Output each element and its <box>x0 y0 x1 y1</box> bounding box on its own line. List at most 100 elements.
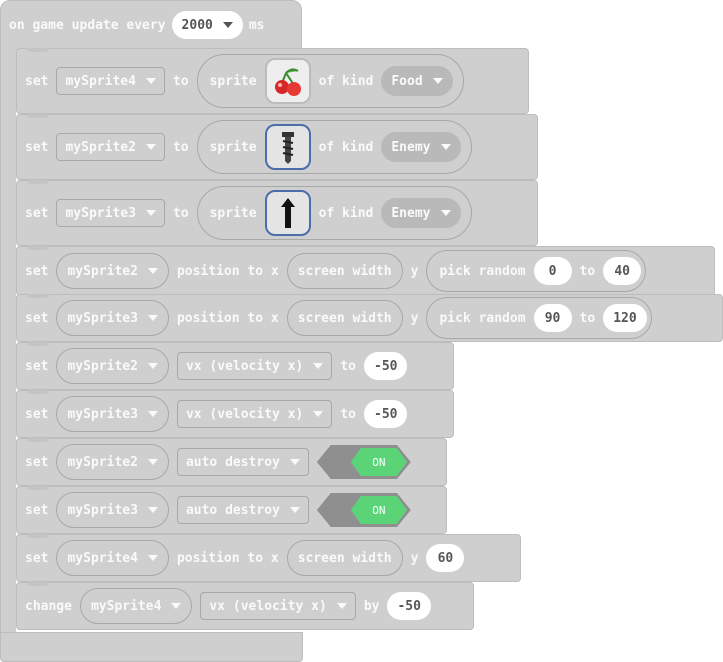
flag-dropdown[interactable]: auto destroy <box>176 448 309 476</box>
chevron-down-icon <box>289 507 300 513</box>
on-off-toggle[interactable]: ON <box>316 493 411 527</box>
of-kind-keyword: of kind <box>318 73 374 89</box>
set-position-block[interactable]: set mySprite4 position to x screen width… <box>16 534 521 582</box>
variable-dropdown[interactable]: mySprite3 <box>56 492 169 528</box>
of-kind-keyword: of kind <box>318 139 374 155</box>
property-dropdown[interactable]: vx (velocity x) <box>200 592 356 620</box>
kind-dropdown[interactable]: Food <box>381 66 453 96</box>
screen-width-label: screen width <box>297 263 392 279</box>
flag-dropdown[interactable]: auto destroy <box>176 496 309 524</box>
set-keyword: set <box>25 73 49 89</box>
set-keyword: set <box>25 205 49 221</box>
set-position-block[interactable]: set mySprite3 position to x screen width… <box>16 294 723 342</box>
to-keyword: to <box>172 139 189 155</box>
sprite-image-picker[interactable] <box>264 58 311 104</box>
sprite-keyword: sprite <box>209 139 257 155</box>
screen-width-reporter[interactable]: screen width <box>286 300 403 336</box>
property-dropdown[interactable]: vx (velocity x) <box>176 352 333 380</box>
screen-width-reporter[interactable]: screen width <box>286 253 403 289</box>
screen-width-label: screen width <box>297 310 392 326</box>
min-input[interactable]: 0 <box>533 257 572 285</box>
variable-dropdown[interactable]: mySprite4 <box>79 588 193 624</box>
chevron-down-icon <box>147 459 158 465</box>
kind-dropdown[interactable]: Enemy <box>381 198 461 228</box>
chevron-down-icon <box>336 603 347 609</box>
max-input[interactable]: 40 <box>603 257 642 285</box>
to-keyword: to <box>579 263 596 279</box>
kind-dropdown[interactable]: Enemy <box>381 132 461 162</box>
value-input[interactable]: -50 <box>364 352 408 380</box>
variable-name: mySprite4 <box>90 598 162 614</box>
variable-name: mySprite2 <box>67 454 138 470</box>
on-off-toggle[interactable]: ON <box>316 445 411 479</box>
variable-dropdown[interactable]: mySprite3 <box>56 199 165 227</box>
chevron-down-icon <box>147 315 158 321</box>
variable-dropdown[interactable]: mySprite3 <box>56 396 169 432</box>
variable-name: mySprite2 <box>67 263 138 279</box>
y-input[interactable]: 60 <box>426 544 465 572</box>
to-keyword: to <box>340 358 356 374</box>
max-input[interactable]: 120 <box>603 304 647 332</box>
variable-dropdown[interactable]: mySprite4 <box>56 67 165 95</box>
set-sprite-block[interactable]: set mySprite3 to sprite of kind Enemy <box>16 180 538 246</box>
position-to-x-keyword: position to x <box>176 263 279 279</box>
property-dropdown[interactable]: vx (velocity x) <box>176 400 333 428</box>
variable-dropdown[interactable]: mySprite2 <box>56 253 169 289</box>
sprite-image-picker[interactable] <box>264 190 311 236</box>
set-flag-block[interactable]: set mySprite3 auto destroy ON <box>16 486 447 534</box>
variable-name: mySprite4 <box>65 73 136 89</box>
variable-dropdown[interactable]: mySprite2 <box>56 133 165 161</box>
set-sprite-block[interactable]: set mySprite2 to sprite of kind Enemy <box>16 114 538 180</box>
set-keyword: set <box>25 358 49 374</box>
pick-random-keyword: pick random <box>439 310 526 326</box>
min-input[interactable]: 90 <box>533 304 572 332</box>
of-kind-keyword: of kind <box>318 205 374 221</box>
variable-name: mySprite4 <box>67 550 138 566</box>
pick-random-reporter[interactable]: pick random 0 to 40 <box>426 250 647 292</box>
variable-dropdown[interactable]: mySprite2 <box>56 348 169 384</box>
variable-dropdown[interactable]: mySprite2 <box>56 444 169 480</box>
toggle-on: ON <box>350 496 407 524</box>
sprite-image-picker[interactable] <box>264 124 311 170</box>
chevron-down-icon <box>440 144 451 150</box>
change-property-block[interactable]: change mySprite4 vx (velocity x) by -50 <box>16 582 474 630</box>
screen-width-reporter[interactable]: screen width <box>286 540 403 576</box>
chevron-down-icon <box>432 78 443 84</box>
set-position-block[interactable]: set mySprite2 position to x screen width… <box>16 246 715 296</box>
chevron-down-icon <box>171 603 182 609</box>
variable-dropdown[interactable]: mySprite4 <box>56 540 169 576</box>
sprite-keyword: sprite <box>209 73 257 89</box>
event-label: on game update every <box>9 17 166 33</box>
sprite-of-kind-reporter[interactable]: sprite of kind Food <box>196 54 464 108</box>
value-input[interactable]: -50 <box>387 592 431 620</box>
pick-random-keyword: pick random <box>439 263 526 279</box>
variable-dropdown[interactable]: mySprite3 <box>56 300 169 336</box>
to-keyword: to <box>579 310 596 326</box>
position-to-x-keyword: position to x <box>176 310 279 326</box>
set-sprite-block[interactable]: set mySprite4 to sprite of kind Food <box>16 48 529 114</box>
variable-name: mySprite2 <box>67 358 138 374</box>
set-property-block[interactable]: set mySprite2 vx (velocity x) to -50 <box>16 342 454 390</box>
to-keyword: to <box>172 73 189 89</box>
property-label: vx (velocity x) <box>209 598 327 614</box>
set-keyword: set <box>25 310 49 326</box>
property-label: vx (velocity x) <box>185 358 304 374</box>
chevron-down-icon <box>145 144 156 150</box>
chevron-down-icon <box>289 459 300 465</box>
arrow-icon <box>280 198 295 228</box>
kind-label: Food <box>391 73 423 89</box>
property-label: vx (velocity x) <box>185 406 304 422</box>
value-input[interactable]: -50 <box>364 400 408 428</box>
set-keyword: set <box>25 502 49 518</box>
y-keyword: y <box>410 310 419 326</box>
sprite-of-kind-reporter[interactable]: sprite of kind Enemy <box>196 120 472 174</box>
game-update-event-block[interactable]: on game update every 2000 ms <box>0 0 302 50</box>
event-block-body <box>0 46 16 638</box>
pick-random-reporter[interactable]: pick random 90 to 120 <box>426 297 652 339</box>
sprite-of-kind-reporter[interactable]: sprite of kind Enemy <box>196 186 472 240</box>
chevron-down-icon <box>145 210 156 216</box>
interval-dropdown[interactable]: 2000 <box>171 11 243 39</box>
chevron-down-icon <box>147 268 158 274</box>
set-flag-block[interactable]: set mySprite2 auto destroy ON <box>16 438 447 486</box>
set-property-block[interactable]: set mySprite3 vx (velocity x) to -50 <box>16 390 454 438</box>
